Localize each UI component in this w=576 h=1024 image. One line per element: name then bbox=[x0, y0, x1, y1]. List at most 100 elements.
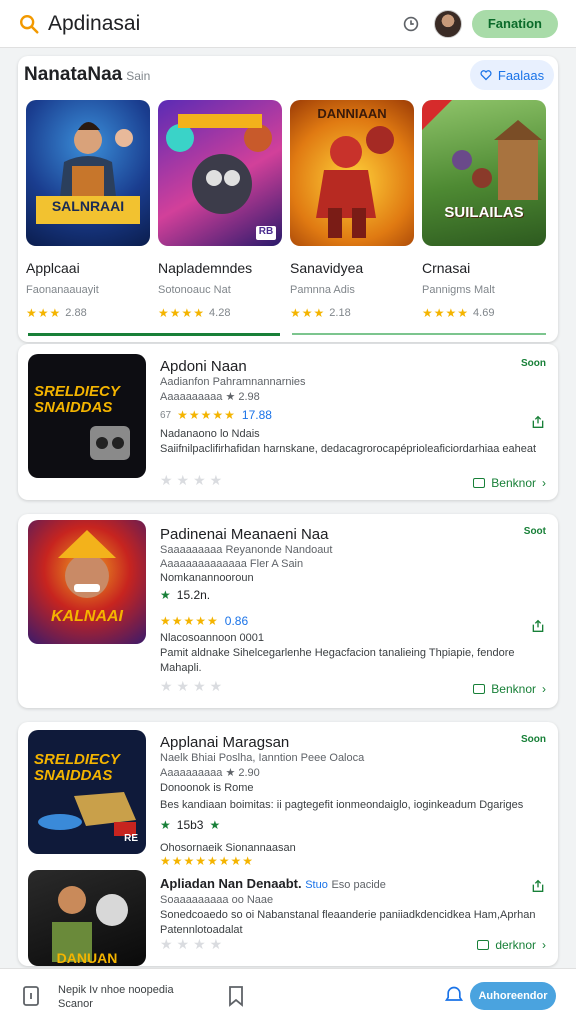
tile-rating: ★★★ 2.18 bbox=[290, 306, 414, 320]
install-label: Benknor bbox=[491, 476, 536, 490]
filter-button[interactable]: Faalaas bbox=[470, 60, 554, 90]
app-icon[interactable]: SRELDIECY SNAIDDAS RE bbox=[28, 730, 146, 854]
install-icon bbox=[477, 940, 490, 950]
app-icon-text: SRELDIECY SNAIDDAS bbox=[34, 751, 120, 784]
app-extra-info: Ohosornaeik Sionannaasan bbox=[160, 842, 296, 854]
rating-stars: ★★★★★ bbox=[177, 408, 236, 422]
notification-icon[interactable] bbox=[444, 985, 464, 1005]
featured-tile[interactable]: SUILAILAS Crnasai Pannigms Malt ★★★★ 4.6… bbox=[422, 100, 546, 320]
app-rating-row: ★★★★★★★★ bbox=[160, 854, 254, 868]
share-icon[interactable] bbox=[530, 414, 546, 430]
device-icon[interactable] bbox=[22, 985, 40, 1007]
featured-tile[interactable]: DANNIAAN Sanavidyea Pamnna Adis ★★★ 2.18 bbox=[290, 100, 414, 320]
chevron-right-icon: › bbox=[542, 476, 546, 490]
section-subtitle: Sain bbox=[126, 69, 151, 83]
user-rating-stars[interactable]: ★★★★ bbox=[160, 472, 226, 489]
artwork-title: SUILAILAS bbox=[444, 204, 524, 221]
tile-developer: Pannigms Malt bbox=[422, 284, 495, 296]
install-button[interactable]: Benknor › bbox=[473, 476, 546, 490]
artwork-badge: RB bbox=[256, 226, 276, 240]
share-icon[interactable] bbox=[530, 878, 546, 894]
app-description: Bes kandiaan boimitas: ii pagtegefit ion… bbox=[160, 799, 524, 811]
star-icon: ★ bbox=[160, 588, 171, 602]
app-icon-secondary[interactable]: DANUAN bbox=[28, 870, 146, 966]
tile-title: Sanavidyea bbox=[290, 260, 364, 276]
app-title[interactable]: Apdoni Naan bbox=[160, 358, 247, 375]
app-title-tail: Eso pacide bbox=[331, 879, 386, 891]
app-meta: Aaaaaaaaaa ★ 2.98 bbox=[160, 391, 260, 403]
app-icon-badge: RE bbox=[124, 833, 138, 844]
badge-value: 15.2n. bbox=[176, 588, 211, 602]
heart-icon bbox=[480, 70, 492, 81]
status-tag: Soon bbox=[521, 358, 546, 369]
tile-rating: ★★★ 2.88 bbox=[26, 306, 150, 320]
rating-stars: ★★★ bbox=[26, 306, 62, 320]
avatar[interactable] bbox=[433, 9, 462, 38]
app-meta: Aaaaaaaaaa ★ 2.90 bbox=[160, 767, 260, 779]
featured-section: NanataNaa Sain Faalaas SALNRAAI Applcaai… bbox=[18, 56, 558, 342]
search-query-text[interactable]: Apdinasai bbox=[48, 12, 400, 36]
app-title[interactable]: Applanai Maragsan bbox=[160, 734, 289, 751]
app-card[interactable]: SRELDIECY SNAIDDAS RE DANUAN Applanai Ma… bbox=[18, 722, 558, 966]
featured-tile[interactable]: RB Naplademndes Sotonoauc Nat ★★★★ 4.28 bbox=[158, 100, 282, 320]
app-developer: Naelk Bhiai Poslha, Ianntion Peee Oaloca bbox=[160, 752, 365, 764]
install-button[interactable]: Benknor › bbox=[473, 682, 546, 696]
search-icon[interactable] bbox=[18, 13, 40, 35]
app-icon-text: DANUAN bbox=[56, 950, 118, 966]
filter-button-label: Faalaas bbox=[497, 67, 545, 83]
tab-indicator-active bbox=[28, 333, 280, 336]
chevron-right-icon: › bbox=[542, 682, 546, 696]
app-badge-row: ★ 15.2n. bbox=[160, 588, 210, 602]
app-title[interactable]: Padinenai Meanaeni Naa bbox=[160, 526, 328, 543]
app-card[interactable]: KALNAAI Padinenai Meanaeni Naa Saaaaaaaa… bbox=[18, 514, 558, 708]
primary-action-button[interactable]: Auhoreendor bbox=[470, 982, 556, 1010]
app-rating-row: 67 ★★★★★ 17.88 bbox=[160, 408, 272, 422]
tile-title: Applcaai bbox=[26, 260, 80, 276]
game-artwork[interactable]: RB bbox=[158, 100, 282, 246]
app-badge-row: ★ 15b3 ★ bbox=[160, 818, 220, 832]
share-icon[interactable] bbox=[530, 618, 546, 634]
section-title: NanataNaa bbox=[24, 64, 123, 85]
rating-stars: ★★★★★ bbox=[160, 614, 219, 628]
app-icon[interactable]: KALNAAI bbox=[28, 520, 146, 644]
app-category: Donoonok is Rome bbox=[160, 782, 254, 794]
rating-stars: ★★★ bbox=[290, 306, 326, 320]
app-icon-text: SRELDIECY SNAIDDAS bbox=[34, 383, 120, 416]
app-card[interactable]: SRELDIECY SNAIDDAS Apdoni Naan Aadianfon… bbox=[18, 344, 558, 500]
app-title-secondary[interactable]: Apliadan Nan Denaabt. Stuo Eso pacide bbox=[160, 876, 386, 891]
rating-stars: ★★★★★★★★ bbox=[160, 854, 255, 868]
artwork-title: SALNRAAI bbox=[51, 198, 125, 214]
user-rating-stars[interactable]: ★★★★ bbox=[160, 678, 226, 695]
game-artwork[interactable]: DANNIAAN bbox=[290, 100, 414, 246]
app-meta: Soaaaaaaaaa oo Naae bbox=[160, 894, 274, 906]
user-rating-stars[interactable]: ★★★★ bbox=[160, 936, 226, 953]
history-icon[interactable] bbox=[400, 13, 422, 35]
app-title-text: Apliadan Nan Denaabt. bbox=[160, 876, 302, 891]
game-artwork[interactable]: SALNRAAI bbox=[26, 100, 150, 246]
app-icon-text: KALNAAI bbox=[51, 608, 123, 625]
app-title-link[interactable]: Stuo bbox=[305, 879, 328, 891]
featured-tile[interactable]: SALNRAAI Applcaai Faonanaauayit ★★★ 2.88 bbox=[26, 100, 150, 320]
app-developer: Saaaaaaaaa Reyanonde Nandoaut bbox=[160, 544, 333, 556]
install-button[interactable]: derknor › bbox=[477, 938, 546, 952]
app-icon[interactable]: SRELDIECY SNAIDDAS bbox=[28, 354, 146, 478]
star-icon: ★ bbox=[160, 818, 171, 832]
install-label: Benknor bbox=[491, 682, 536, 696]
game-artwork[interactable]: SUILAILAS bbox=[422, 100, 546, 246]
rating-value: 17.88 bbox=[241, 408, 272, 422]
install-label: derknor bbox=[495, 938, 536, 952]
app-category: Nomkanannooroun bbox=[160, 572, 254, 584]
top-action-button[interactable]: Fanation bbox=[471, 9, 558, 38]
status-tag: Soot bbox=[523, 526, 546, 537]
bookmark-icon[interactable] bbox=[228, 985, 244, 1007]
bottom-bar: Nepik Iv nhoe noopedia Scanor Auhoreendo… bbox=[0, 968, 576, 1024]
top-bar: Apdinasai Fanation bbox=[0, 0, 576, 48]
rating-value: 2.88 bbox=[65, 307, 87, 319]
tile-developer: Sotonoauc Nat bbox=[158, 284, 231, 296]
star-icon: ★ bbox=[209, 818, 221, 832]
app-description: Saiifnilpaclifirhafidan harnskane, dedac… bbox=[160, 443, 537, 455]
rating-stars: ★★★★ bbox=[158, 306, 206, 320]
tile-rating: ★★★★ 4.28 bbox=[158, 306, 282, 320]
rating-value: 0.86 bbox=[224, 614, 249, 628]
app-size: Nlacosoannoon 0001 bbox=[160, 632, 264, 644]
